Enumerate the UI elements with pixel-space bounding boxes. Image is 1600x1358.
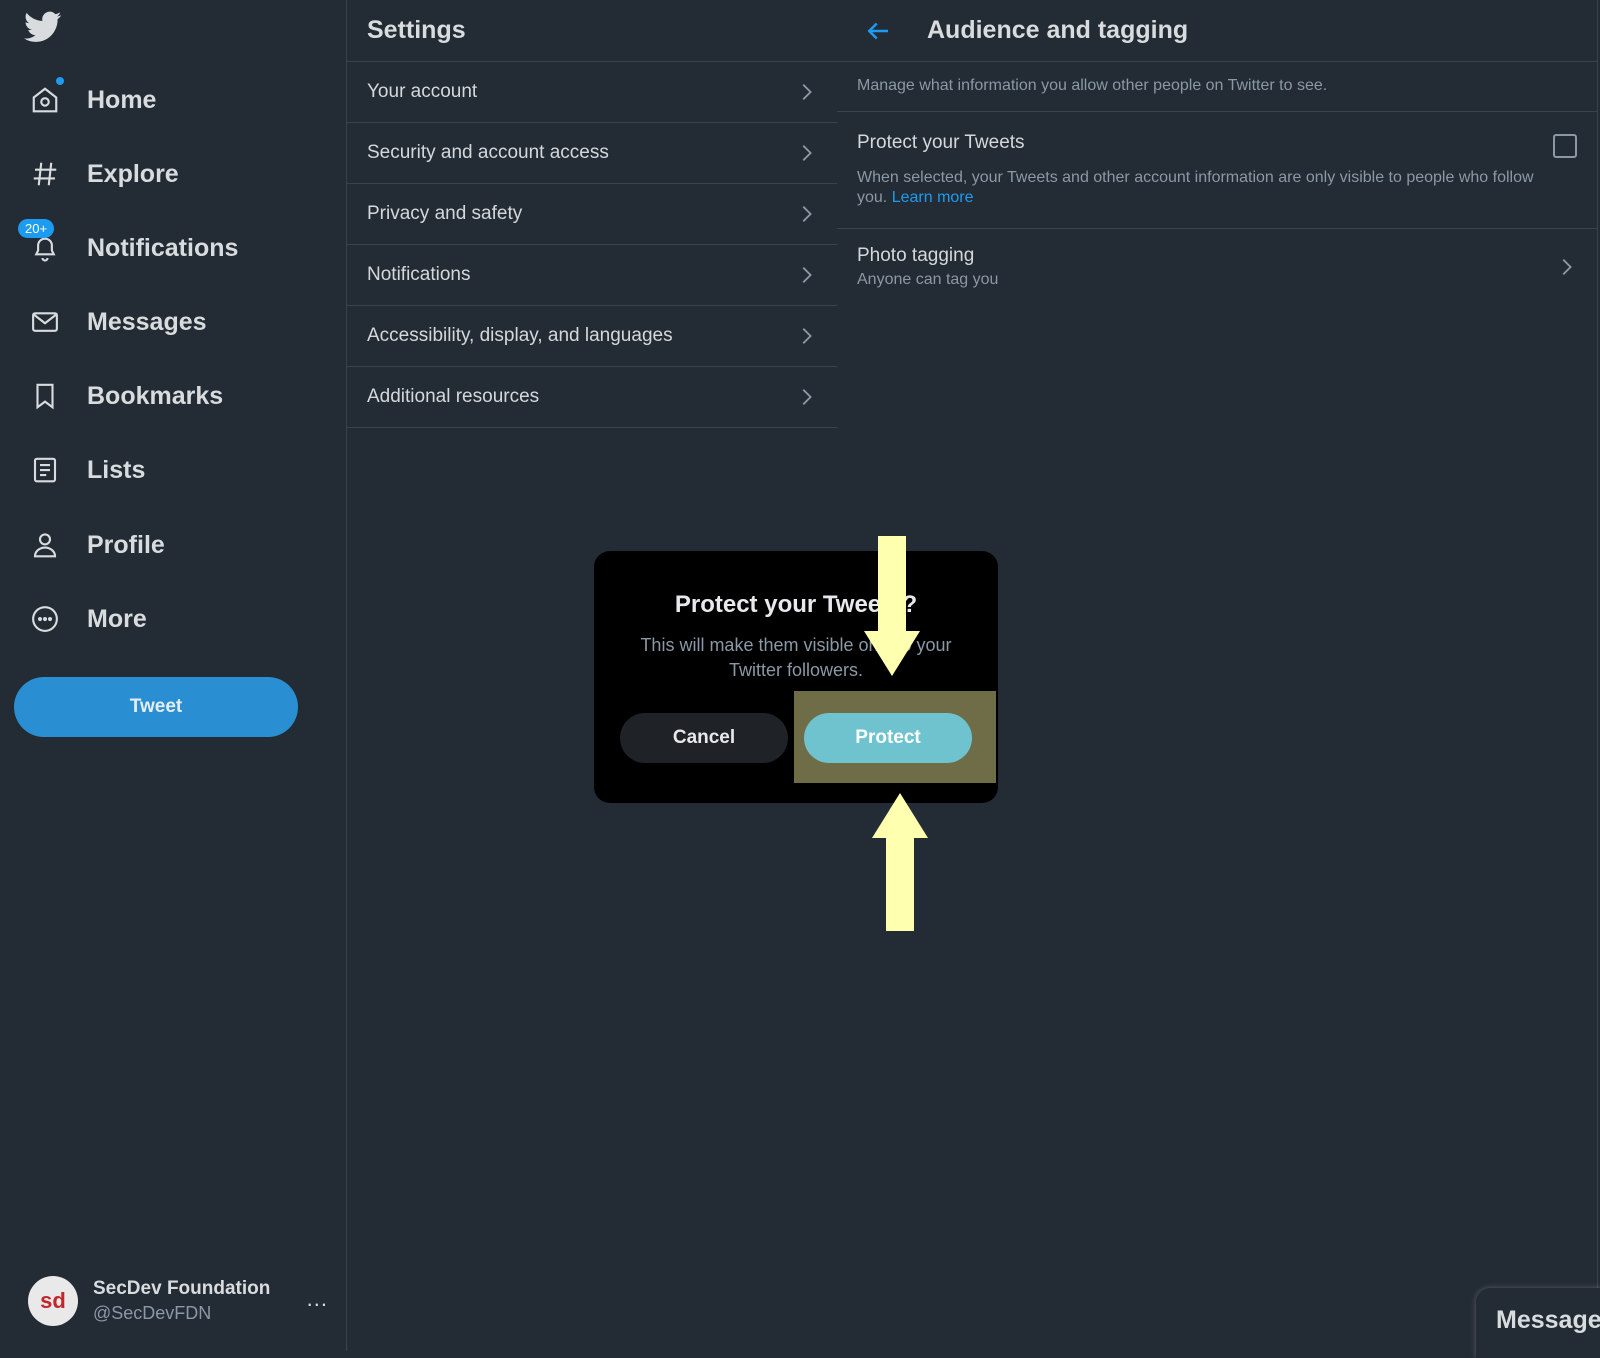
settings-row-label: Your account [367,81,478,102]
protect-tweets-title: Protect your Tweets [857,132,1025,153]
down-arrow-annotation [864,536,920,676]
protect-tweets-dialog: Protect your Tweets? This will make them… [594,551,998,803]
sidebar-item-lists[interactable]: Lists [28,445,145,495]
protect-button[interactable]: Protect [804,713,972,763]
chevron-right-icon [802,389,812,405]
envelope-icon [28,305,62,339]
chevron-right-icon [802,206,812,222]
tweet-button[interactable]: Tweet [14,677,298,737]
twitter-logo-icon[interactable] [24,8,64,48]
sidebar-item-bookmarks[interactable]: Bookmarks [28,371,223,421]
sidebar-item-label: Lists [87,455,146,484]
account-name: SecDev Foundation [93,1278,271,1299]
sidebar-item-messages[interactable]: Messages [28,297,207,347]
settings-row-security[interactable]: Security and account access [347,123,837,184]
home-icon [28,77,64,117]
left-sidebar: Home Explore 20+ Notifications Messages … [0,0,346,1351]
chevron-right-icon [802,145,812,161]
dialog-message: This will make them visible only to your… [640,635,952,680]
photo-tagging-setting[interactable]: Photo tagging Anyone can tag you [837,229,1597,305]
chevron-right-icon [802,267,812,283]
sidebar-item-profile[interactable]: Profile [28,520,165,570]
back-arrow-icon[interactable] [863,16,893,46]
dialog-title: Protect your Tweets? [674,591,918,618]
bookmark-icon [28,379,62,413]
settings-row-additional-resources[interactable]: Additional resources [347,367,837,428]
protect-tweets-description: When selected, your Tweets and other acc… [857,168,1547,208]
settings-row-label: Additional resources [367,386,540,407]
messages-drawer-label: Messages [1496,1306,1600,1334]
page-title: Audience and tagging [927,16,1189,44]
sidebar-item-label: More [87,604,147,633]
sidebar-item-label: Notifications [87,233,239,262]
hashtag-icon [28,157,62,191]
settings-row-label: Privacy and safety [367,203,523,224]
page-description: Manage what information you allow other … [837,62,1597,112]
unread-dot [56,77,64,85]
settings-row-privacy[interactable]: Privacy and safety [347,184,837,245]
photo-tagging-subtitle: Anyone can tag you [857,271,999,288]
settings-row-accessibility[interactable]: Accessibility, display, and languages [347,306,837,367]
sidebar-item-more[interactable]: More [28,594,147,644]
person-icon [28,528,62,562]
chevron-right-icon [802,84,812,100]
learn-more-link[interactable]: Learn more [892,189,974,206]
sidebar-item-label: Bookmarks [87,381,224,410]
account-switcher[interactable]: sd SecDev Foundation @SecDevFDN ... [28,1276,328,1326]
settings-title: Settings [347,0,837,62]
sidebar-item-label: Explore [87,159,179,188]
list-icon [28,453,62,487]
chevron-right-icon [1562,259,1572,275]
sidebar-item-label: Messages [87,307,207,336]
settings-row-notifications[interactable]: Notifications [347,245,837,306]
settings-row-label: Security and account access [367,142,609,163]
settings-row-label: Accessibility, display, and languages [367,325,673,346]
sidebar-item-home[interactable]: Home [28,75,156,125]
up-arrow-annotation [872,793,928,931]
account-handle: @SecDevFDN [93,1303,212,1323]
messages-drawer[interactable]: Messages [1476,1288,1600,1358]
protect-tweets-checkbox[interactable] [1553,134,1577,158]
sidebar-item-explore[interactable]: Explore [28,149,179,199]
sidebar-item-label: Home [87,85,157,114]
more-circle-icon [28,602,62,636]
sidebar-item-label: Profile [87,530,165,559]
photo-tagging-title: Photo tagging [857,245,975,266]
chevron-right-icon [802,328,812,344]
protect-tweets-setting[interactable]: Protect your Tweets When selected, your … [837,112,1597,229]
avatar: sd [28,1276,78,1326]
notification-badge: 20+ [18,219,55,238]
settings-row-label: Notifications [367,264,471,285]
detail-header: Audience and tagging [837,0,1597,62]
bell-icon: 20+ [18,219,62,265]
cancel-button[interactable]: Cancel [620,713,788,763]
sidebar-item-notifications[interactable]: 20+ Notifications [18,219,239,273]
more-dots-icon[interactable]: ... [307,1286,328,1312]
settings-row-your-account[interactable]: Your account [347,62,837,123]
